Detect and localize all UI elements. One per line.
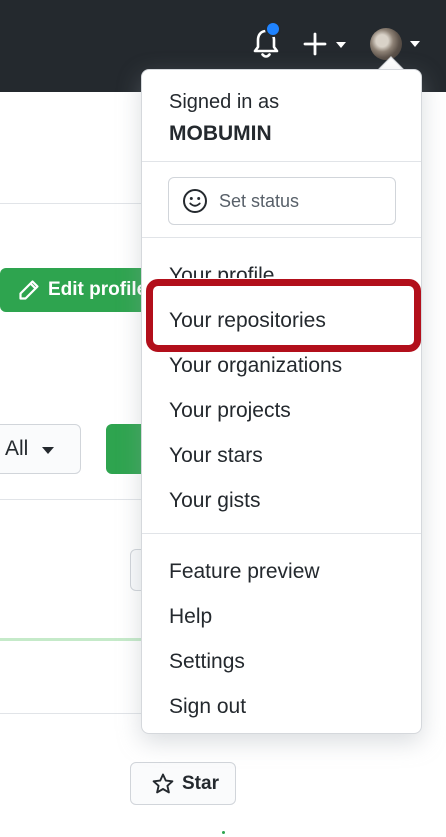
menu-item-your-profile[interactable]: Your profile — [169, 264, 274, 278]
smiley-icon — [183, 189, 207, 213]
set-status-label: Set status — [219, 190, 300, 211]
chevron-down-icon — [336, 42, 346, 48]
avatar — [370, 28, 402, 60]
menu-item-your-gists[interactable]: Your gists — [169, 489, 260, 513]
user-menu-button[interactable] — [370, 28, 426, 62]
star-icon — [152, 773, 174, 793]
divider — [0, 203, 150, 204]
star-button[interactable]: Star — [130, 762, 236, 805]
signed-in-label: Signed in as — [169, 91, 280, 113]
divider — [142, 237, 421, 238]
activity-bar — [0, 638, 150, 641]
menu-item-your-organizations[interactable]: Your organizations — [169, 354, 342, 378]
filter-select[interactable]: All — [0, 424, 81, 474]
chevron-down-icon — [410, 41, 420, 47]
edit-profile-button[interactable]: Edit profile — [0, 268, 150, 312]
edit-profile-label: Edit profile — [48, 279, 148, 300]
menu-item-your-stars[interactable]: Your stars — [169, 444, 263, 468]
divider — [142, 533, 421, 534]
menu-item-help[interactable]: Help — [169, 605, 212, 629]
menu-item-your-projects[interactable]: Your projects — [169, 399, 291, 423]
indicator-dot — [222, 831, 225, 834]
star-label: Star — [182, 772, 219, 794]
filter-select-value: All — [5, 437, 29, 460]
set-status-button[interactable]: Set status — [168, 177, 396, 225]
notification-indicator — [265, 21, 281, 37]
divider — [0, 499, 150, 500]
divider — [142, 161, 421, 162]
chevron-down-icon — [42, 447, 54, 454]
pencil-icon — [19, 280, 39, 300]
menu-item-settings[interactable]: Settings — [169, 650, 245, 674]
user-dropdown-menu: Signed in as MOBUMIN Set status Your pro… — [141, 69, 422, 734]
highlight-annotation — [146, 279, 421, 352]
username[interactable]: MOBUMIN — [169, 122, 272, 146]
menu-item-sign-out[interactable]: Sign out — [169, 695, 246, 719]
menu-item-feature-preview[interactable]: Feature preview — [169, 560, 320, 584]
plus-icon — [303, 32, 327, 56]
create-new-button[interactable] — [303, 30, 349, 60]
divider — [0, 713, 150, 714]
